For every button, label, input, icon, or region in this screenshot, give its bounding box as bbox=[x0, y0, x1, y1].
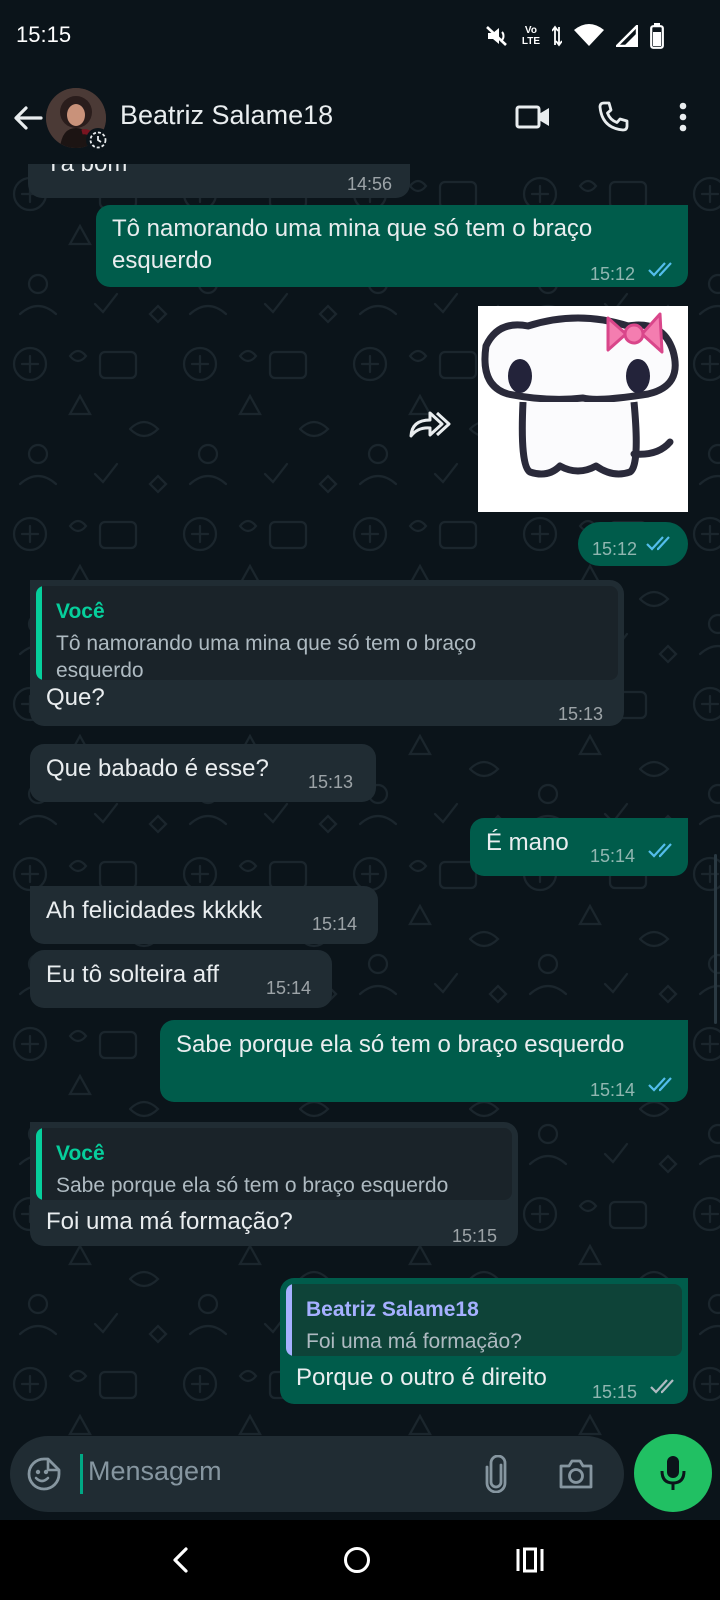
message-time: 15:13 bbox=[308, 772, 354, 792]
message-bubble-outgoing[interactable]: Sabe porque ela só tem o braço esquerdo … bbox=[160, 1020, 688, 1102]
message-text-line-1: Tô namorando uma mina que só tem o braço bbox=[112, 215, 593, 242]
quote-accent-bar bbox=[286, 1284, 292, 1356]
message-bubble-outgoing[interactable]: É mano 15:14 bbox=[470, 818, 688, 876]
battery-icon bbox=[650, 23, 664, 49]
camera-icon bbox=[559, 1459, 593, 1489]
message-time: 15:14 bbox=[312, 914, 358, 934]
message-bubble-outgoing-reply[interactable]: Beatriz Salame18 Foi uma má formação? Po… bbox=[280, 1278, 688, 1404]
nav-recents-icon bbox=[516, 1547, 544, 1573]
volte-icon: Vo LTE bbox=[522, 25, 540, 47]
message-text: Porque o outro é direito bbox=[296, 1364, 547, 1391]
nav-home-button[interactable] bbox=[333, 1536, 381, 1584]
status-time: 15:15 bbox=[16, 22, 72, 47]
scrollbar[interactable] bbox=[714, 854, 717, 1024]
voice-call-icon bbox=[598, 101, 629, 132]
attach-button[interactable] bbox=[476, 1454, 516, 1494]
read-ticks-icon bbox=[648, 1077, 672, 1092]
delivered-ticks-icon bbox=[650, 1379, 674, 1394]
message-bubble-incoming[interactable]: Que babado é esse? 15:13 bbox=[30, 744, 376, 802]
message-list[interactable]: Tá bom 14:56 Tô namorando uma mina que s… bbox=[0, 164, 720, 1436]
message-text: É mano bbox=[486, 829, 569, 856]
quoted-text-line-1: Tô namorando uma mina que só tem o braço bbox=[56, 632, 477, 655]
message-bubble-incoming[interactable]: Ah felicidades kkkkk 15:14 bbox=[30, 886, 378, 944]
quoted-author: Beatriz Salame18 bbox=[306, 1298, 479, 1321]
message-composer: Mensagem bbox=[10, 1436, 624, 1512]
message-time: 15:14 bbox=[590, 1080, 636, 1100]
quoted-text: Sabe porque ela só tem o braço esquerdo bbox=[56, 1174, 449, 1197]
quoted-message[interactable]: Você Sabe porque ela só tem o braço esqu… bbox=[36, 1128, 512, 1200]
message-text: Que? bbox=[46, 684, 105, 711]
message-text-line-2: esquerdo bbox=[112, 247, 213, 274]
quoted-message[interactable]: Você Tô namorando uma mina que só tem o … bbox=[36, 586, 618, 680]
message-time: 15:13 bbox=[558, 704, 604, 724]
emoji-button[interactable] bbox=[24, 1454, 64, 1494]
message-text: Que babado é esse? bbox=[46, 755, 269, 782]
voice-record-button[interactable] bbox=[634, 1434, 712, 1512]
whatsapp-chat-screen: 15:15 Vo LTE Beatriz Salame18 14:56 Tô n… bbox=[0, 0, 720, 1600]
message-text: Tá bom bbox=[46, 164, 127, 180]
back-button[interactable] bbox=[10, 96, 46, 140]
nav-home-icon bbox=[344, 1547, 370, 1573]
volte-label: Vo bbox=[524, 25, 537, 36]
camera-button[interactable] bbox=[556, 1454, 596, 1494]
voice-call-button[interactable] bbox=[590, 94, 636, 140]
read-ticks-icon bbox=[648, 262, 672, 277]
message-text: Sabe porque ela só tem o braço esquerdo bbox=[176, 1031, 625, 1058]
signal-icon bbox=[616, 25, 638, 47]
message-text: Foi uma má formação? bbox=[46, 1208, 293, 1235]
quoted-author: Você bbox=[56, 600, 105, 623]
read-ticks-icon bbox=[646, 536, 670, 551]
message-time: 15:14 bbox=[590, 846, 636, 866]
nav-recents-button[interactable] bbox=[506, 1536, 554, 1584]
nav-back-button[interactable] bbox=[156, 1536, 204, 1584]
message-input[interactable]: Mensagem bbox=[88, 1456, 222, 1487]
message-time: 15:15 bbox=[592, 1382, 638, 1402]
attach-icon bbox=[485, 1455, 507, 1493]
sticker-time-pill: 15:12 bbox=[578, 522, 688, 566]
forward-button[interactable] bbox=[406, 408, 452, 444]
lte-label: LTE bbox=[521, 36, 540, 47]
message-text: Eu tô solteira aff bbox=[46, 961, 219, 988]
back-arrow-icon bbox=[14, 106, 43, 130]
message-bubble-outgoing[interactable]: Tô namorando uma mina que só tem o braço… bbox=[96, 205, 688, 287]
video-call-icon bbox=[515, 105, 549, 129]
mic-icon bbox=[660, 1456, 686, 1490]
more-options-button[interactable] bbox=[660, 94, 706, 140]
forward-icon bbox=[409, 411, 451, 438]
text-cursor bbox=[80, 1454, 83, 1494]
message-time: 15:12 bbox=[590, 264, 636, 284]
message-time: 15:15 bbox=[452, 1226, 498, 1246]
quoted-message[interactable]: Beatriz Salame18 Foi uma má formação? bbox=[286, 1284, 682, 1356]
system-navigation-bar bbox=[0, 1520, 720, 1600]
message-bubble-incoming-reply[interactable]: Você Tô namorando uma mina que só tem o … bbox=[30, 580, 624, 726]
quoted-text: Foi uma má formação? bbox=[306, 1330, 522, 1353]
message-time: 14:56 bbox=[346, 174, 392, 194]
status-icons: Vo LTE bbox=[484, 20, 664, 52]
nav-back-icon bbox=[173, 1547, 188, 1573]
quote-accent-bar bbox=[36, 1128, 42, 1200]
quoted-text-line-2: esquerdo bbox=[56, 659, 144, 680]
read-ticks-icon bbox=[648, 843, 672, 858]
sticker-image[interactable] bbox=[478, 306, 688, 512]
emoji-icon bbox=[27, 1457, 61, 1491]
chat-header: Beatriz Salame18 bbox=[0, 72, 720, 164]
hello-kitty-sticker bbox=[478, 306, 688, 512]
data-arrows-icon bbox=[552, 25, 562, 47]
contact-name[interactable]: Beatriz Salame18 bbox=[120, 100, 333, 131]
status-timer-icon bbox=[86, 128, 110, 152]
more-options-icon bbox=[679, 102, 687, 132]
mute-icon bbox=[484, 23, 510, 49]
wifi-icon bbox=[574, 24, 604, 48]
message-time: 15:14 bbox=[266, 978, 312, 998]
video-call-button[interactable] bbox=[510, 94, 556, 140]
quote-accent-bar bbox=[36, 586, 42, 680]
status-bar: 15:15 Vo LTE bbox=[0, 0, 720, 72]
message-bubble-incoming[interactable]: Eu tô solteira aff 15:14 bbox=[30, 950, 332, 1008]
message-bubble-incoming-reply[interactable]: Você Sabe porque ela só tem o braço esqu… bbox=[30, 1122, 518, 1246]
message-time: 15:12 bbox=[592, 539, 638, 559]
quoted-author: Você bbox=[56, 1142, 105, 1165]
message-bubble-incoming[interactable]: Tá bom 14:56 bbox=[28, 164, 410, 198]
message-text: Ah felicidades kkkkk bbox=[46, 897, 263, 924]
